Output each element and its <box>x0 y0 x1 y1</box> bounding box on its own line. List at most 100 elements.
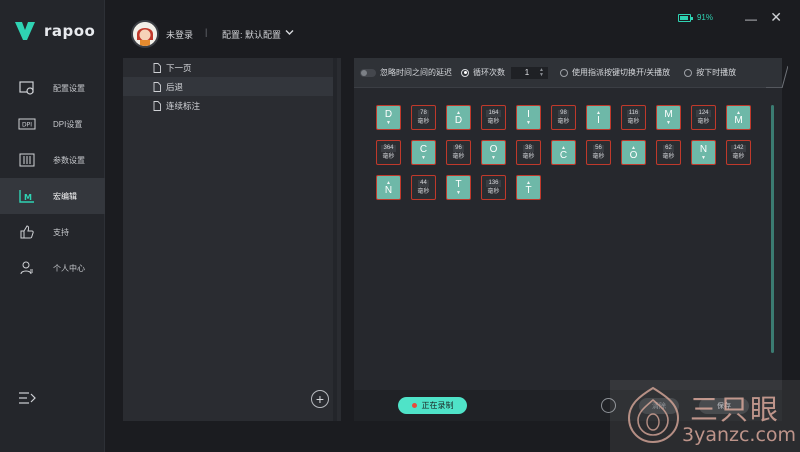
macro-delay-142[interactable]: 142 毫秒 <box>726 140 751 165</box>
watermark-text: 三只眼 <box>690 393 781 426</box>
macro-delay-78[interactable]: 78 毫秒 <box>411 105 436 130</box>
collapse-menu-icon[interactable] <box>18 390 36 406</box>
macro-delay-164[interactable]: 164 毫秒 <box>481 105 506 130</box>
arrow-down-icon: ▼ <box>701 154 706 161</box>
arrow-down-icon: ▼ <box>526 119 531 126</box>
macro-key-down-d[interactable]: D ▼ <box>376 105 401 130</box>
loop-count-stepper[interactable]: 1 ▲ ▼ <box>511 66 548 79</box>
macro-delay-56[interactable]: 56 毫秒 <box>586 140 611 165</box>
macro-delay-116[interactable]: 116 毫秒 <box>621 105 646 130</box>
sidebar-item-profile[interactable]: 个人中心 <box>0 250 105 286</box>
delay-unit: 毫秒 <box>697 118 710 125</box>
ignore-delay-toggle[interactable] <box>360 68 376 77</box>
macro-key-down-m[interactable]: M ▼ <box>656 105 681 130</box>
macro-delay-38[interactable]: 38 毫秒 <box>516 140 541 165</box>
macro-delay-62[interactable]: 62 毫秒 <box>656 140 681 165</box>
sidebar-item-dpi[interactable]: DPI DPI设置 <box>0 106 105 142</box>
toggle-mode-radio[interactable] <box>559 68 568 77</box>
hold-mode-radio[interactable] <box>684 68 693 77</box>
macro-key-up-c[interactable]: ▲ C <box>551 140 576 165</box>
macro-list-label: 下一页 <box>166 62 192 73</box>
loop-count-label: 循环次数 <box>473 68 505 77</box>
macro-list-label: 后退 <box>166 81 184 92</box>
delay-value: 142 <box>731 144 746 152</box>
sidebar-item-label: 支持 <box>53 227 69 237</box>
delay-value: 364 <box>381 144 396 152</box>
svg-text:M: M <box>24 193 32 202</box>
macro-delay-124[interactable]: 124 毫秒 <box>691 105 716 130</box>
macro-editor: 忽略时间之间的延迟 循环次数 1 ▲ ▼ 使用指派按键切换开/关播放 按下时播放 … <box>354 58 788 421</box>
arrow-down-icon: ▼ <box>386 119 391 126</box>
macro-key-label: M <box>664 108 673 120</box>
macro-key-up-d[interactable]: ▲ D <box>446 105 471 130</box>
macro-key-down-i[interactable]: I ▼ <box>516 105 541 130</box>
loop-count-option[interactable]: 循环次数 1 ▲ ▼ <box>461 66 548 79</box>
toggle-mode-option[interactable]: 使用指派按键切换开/关播放 <box>559 67 670 78</box>
dpi-icon: DPI <box>18 115 36 133</box>
macro-list-item[interactable]: 连续标注 <box>123 96 333 115</box>
sidebar: rapoo 配置设置 DPI DPI设置 参数设置 M 宏编辑 支持 个人中心 <box>0 0 105 452</box>
macro-list-scrollbar[interactable] <box>333 58 337 421</box>
delay-value: 164 <box>486 109 501 117</box>
macro-list-item[interactable]: 后退 <box>123 77 333 96</box>
close-button[interactable]: ✕ <box>770 9 782 26</box>
arrow-down-icon: ▼ <box>421 154 426 161</box>
hold-mode-option[interactable]: 按下时播放 <box>684 67 736 78</box>
macro-delay-96[interactable]: 96 毫秒 <box>446 140 471 165</box>
minimize-button[interactable]: — <box>745 12 757 26</box>
macro-key-up-t[interactable]: ▲ T <box>516 175 541 200</box>
playback-options-bar: 忽略时间之间的延迟 循环次数 1 ▲ ▼ 使用指派按键切换开/关播放 按下时播放 <box>354 58 788 88</box>
delay-value: 78 <box>418 109 429 117</box>
macro-key-down-n[interactable]: N ▼ <box>691 140 716 165</box>
profile-selector[interactable]: 配置: 默认配置 <box>222 28 281 41</box>
chevron-down-icon[interactable] <box>285 28 294 37</box>
macro-key-down-c[interactable]: C ▼ <box>411 140 436 165</box>
login-status[interactable]: 未登录 <box>166 28 193 41</box>
macro-delay-136[interactable]: 136 毫秒 <box>481 175 506 200</box>
gear-box-icon <box>18 79 36 97</box>
macro-key-label: I <box>597 114 600 126</box>
avatar[interactable] <box>131 20 159 48</box>
header-separator: | <box>205 27 208 37</box>
macro-key-up-m[interactable]: ▲ M <box>726 105 751 130</box>
add-macro-button[interactable]: + <box>311 390 329 408</box>
stepper-arrows-icon[interactable]: ▲ ▼ <box>539 67 544 78</box>
thumbs-up-icon <box>18 223 36 241</box>
delay-value: 124 <box>696 109 711 117</box>
loop-count-radio[interactable] <box>461 68 469 77</box>
macro-delay-44[interactable]: 44 毫秒 <box>411 175 436 200</box>
ignore-delay-option[interactable]: 忽略时间之间的延迟 <box>360 67 452 78</box>
macro-key-label: C <box>559 149 568 161</box>
macro-key-up-o[interactable]: ▲ O <box>621 140 646 165</box>
document-icon <box>153 100 161 111</box>
document-icon <box>153 81 161 92</box>
macro-key-down-t[interactable]: T ▼ <box>446 175 471 200</box>
document-icon <box>153 62 161 73</box>
macro-list-item[interactable]: 下一页 <box>123 58 333 77</box>
record-button[interactable]: 正在录制 <box>398 397 467 414</box>
timeline-scrollbar[interactable] <box>771 105 774 353</box>
battery-fill <box>679 15 689 20</box>
macro-key-down-o[interactable]: O ▼ <box>481 140 506 165</box>
macro-key-label: T <box>455 178 462 190</box>
loop-count-value[interactable]: 1 <box>515 68 539 77</box>
sidebar-nav: 配置设置 DPI DPI设置 参数设置 M 宏编辑 支持 个人中心 <box>0 70 105 286</box>
macro-delay-364[interactable]: 364 毫秒 <box>376 140 401 165</box>
macro-key-label: O <box>489 143 498 155</box>
sidebar-item-label: 参数设置 <box>53 155 85 165</box>
macro-key-label: N <box>384 184 393 196</box>
sidebar-item-support[interactable]: 支持 <box>0 214 105 250</box>
sidebar-item-macro[interactable]: M 宏编辑 <box>0 178 105 214</box>
watermark-logo-icon <box>627 386 680 444</box>
delay-unit: 毫秒 <box>522 153 535 160</box>
sidebar-item-config[interactable]: 配置设置 <box>0 70 105 106</box>
macro-key-label: N <box>699 143 708 155</box>
sidebar-item-params[interactable]: 参数设置 <box>0 142 105 178</box>
arrow-down-icon: ▼ <box>491 154 496 161</box>
hold-mode-label: 按下时播放 <box>696 68 737 77</box>
delay-unit: 毫秒 <box>487 188 500 195</box>
macro-key-up-n[interactable]: ▲ N <box>376 175 401 200</box>
delay-unit: 毫秒 <box>487 118 500 125</box>
macro-key-up-i[interactable]: ▲ I <box>586 105 611 130</box>
macro-delay-98[interactable]: 98 毫秒 <box>551 105 576 130</box>
